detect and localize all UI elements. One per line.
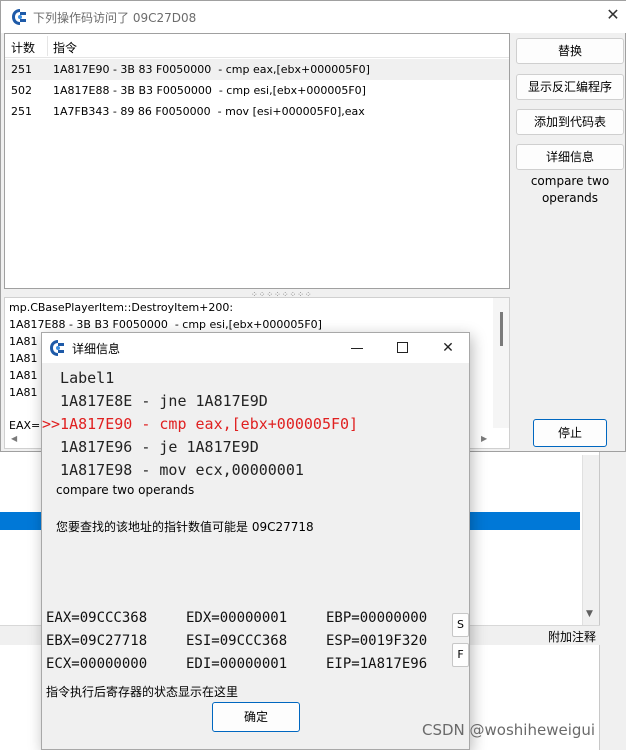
row-instruction: 1A817E90 - 3B 83 F0050000 - cmp eax,[ebx… bbox=[53, 63, 370, 76]
dialog-title: 详细信息 bbox=[72, 342, 121, 356]
disassembly-line: 1A817E98 - mov ecx,00000001 bbox=[42, 461, 304, 479]
register-value: EDI=00000001 bbox=[186, 656, 288, 672]
stop-button[interactable]: 停止 bbox=[533, 419, 607, 447]
window-close-icon[interactable]: ✕ bbox=[601, 5, 625, 24]
column-count-header[interactable]: 计数 bbox=[11, 39, 35, 56]
list-row[interactable]: 502 1A817E88 - 3B B3 F0050000 - cmp esi,… bbox=[5, 80, 509, 101]
row-count: 251 bbox=[11, 63, 32, 76]
s-button[interactable]: S bbox=[452, 613, 469, 637]
row-instruction: 1A7FB343 - 89 86 F0050000 - mov [esi+000… bbox=[53, 105, 365, 118]
close-icon[interactable]: ✕ bbox=[428, 336, 468, 360]
ok-button[interactable]: 确定 bbox=[212, 702, 300, 732]
add-to-codelist-button[interactable]: 添加到代码表 bbox=[516, 109, 624, 135]
f-button[interactable]: F bbox=[452, 643, 469, 667]
dialog-titlebar: 详细信息 ✕ bbox=[42, 333, 469, 363]
register-value: EBX=09C27718 bbox=[46, 633, 148, 649]
register-value: ECX=00000000 bbox=[46, 656, 148, 672]
show-disassembler-button[interactable]: 显示反汇编程序 bbox=[516, 74, 624, 100]
scroll-left-arrow-icon[interactable]: ◀ bbox=[11, 434, 17, 443]
window-title: 下列操作码访问了 09C27D08 bbox=[33, 11, 197, 25]
register-value: ESI=09CCC368 bbox=[186, 633, 288, 649]
column-divider[interactable] bbox=[47, 36, 48, 56]
disassembly-line: Label1 bbox=[42, 369, 115, 387]
disassembly-line: 1A817E96 - je 1A817E9D bbox=[42, 438, 259, 456]
comments-tab-label[interactable]: 附加注释 bbox=[548, 628, 596, 645]
list-row[interactable]: 251 1A7FB343 - 89 86 F0050000 - mov [esi… bbox=[5, 101, 509, 122]
cheat-engine-icon bbox=[50, 340, 64, 356]
watermark: CSDN @woshiheweigui bbox=[422, 721, 596, 739]
info-line: 1A817E88 - 3B B3 F0050000 - cmp esi,[ebx… bbox=[9, 318, 322, 331]
minimize-icon[interactable] bbox=[338, 336, 378, 360]
register-value: ESP=0019F320 bbox=[326, 633, 428, 649]
scroll-right-arrow-icon[interactable]: ▶ bbox=[481, 434, 487, 443]
info-line: EAX=( bbox=[9, 419, 45, 432]
scroll-thumb[interactable] bbox=[500, 312, 503, 346]
info-line: 1A81 bbox=[9, 369, 38, 382]
more-info-button[interactable]: 详细信息 bbox=[516, 144, 624, 170]
replace-button[interactable]: 替换 bbox=[516, 38, 624, 64]
opcode-list[interactable]: 计数 指令 251 1A817E90 - 3B 83 F0050000 - cm… bbox=[4, 33, 510, 289]
column-instruction-header[interactable]: 指令 bbox=[53, 39, 77, 56]
register-value: EDX=00000001 bbox=[186, 610, 288, 626]
opcode-description: compare two operands bbox=[56, 483, 195, 497]
info-line: 1A81 bbox=[9, 352, 38, 365]
list-row[interactable]: 251 1A817E90 - 3B 83 F0050000 - cmp eax,… bbox=[5, 59, 509, 80]
pointer-hint: 您要查找的该地址的指针数值可能是 09C27718 bbox=[56, 520, 314, 534]
row-count: 502 bbox=[11, 84, 32, 97]
register-note: 指令执行后寄存器的状态显示在这里 bbox=[46, 685, 239, 699]
row-instruction: 1A817E88 - 3B B3 F0050000 - cmp esi,[ebx… bbox=[53, 84, 366, 97]
maximize-icon[interactable] bbox=[383, 336, 423, 360]
cheat-engine-icon bbox=[12, 9, 26, 25]
window-titlebar: 下列操作码访问了 09C27D08 ✕ bbox=[1, 1, 626, 33]
info-line: 1A81 bbox=[9, 335, 38, 348]
row-count: 251 bbox=[11, 105, 32, 118]
register-value: EBP=00000000 bbox=[326, 610, 428, 626]
register-value: EIP=1A817E96 bbox=[326, 656, 428, 672]
disassembly-line-current: >>1A817E90 - cmp eax,[ebx+000005F0] bbox=[42, 415, 359, 433]
background-scrollbar[interactable] bbox=[582, 455, 599, 625]
disassembly-line: 1A817E8E - jne 1A817E9D bbox=[42, 392, 268, 410]
info-line: 1A81 bbox=[9, 386, 38, 399]
scroll-down-arrow-icon[interactable]: ▼ bbox=[586, 609, 593, 619]
info-line: mp.CBasePlayerItem::DestroyItem+200: bbox=[9, 301, 234, 314]
list-header: 计数 指令 bbox=[5, 34, 509, 58]
register-value: EAX=09CCC368 bbox=[46, 610, 148, 626]
detail-info-dialog: 详细信息 ✕ Label1 1A817E8E - jne 1A817E9D >>… bbox=[41, 332, 470, 750]
opcode-description: compare two operands bbox=[530, 174, 610, 205]
